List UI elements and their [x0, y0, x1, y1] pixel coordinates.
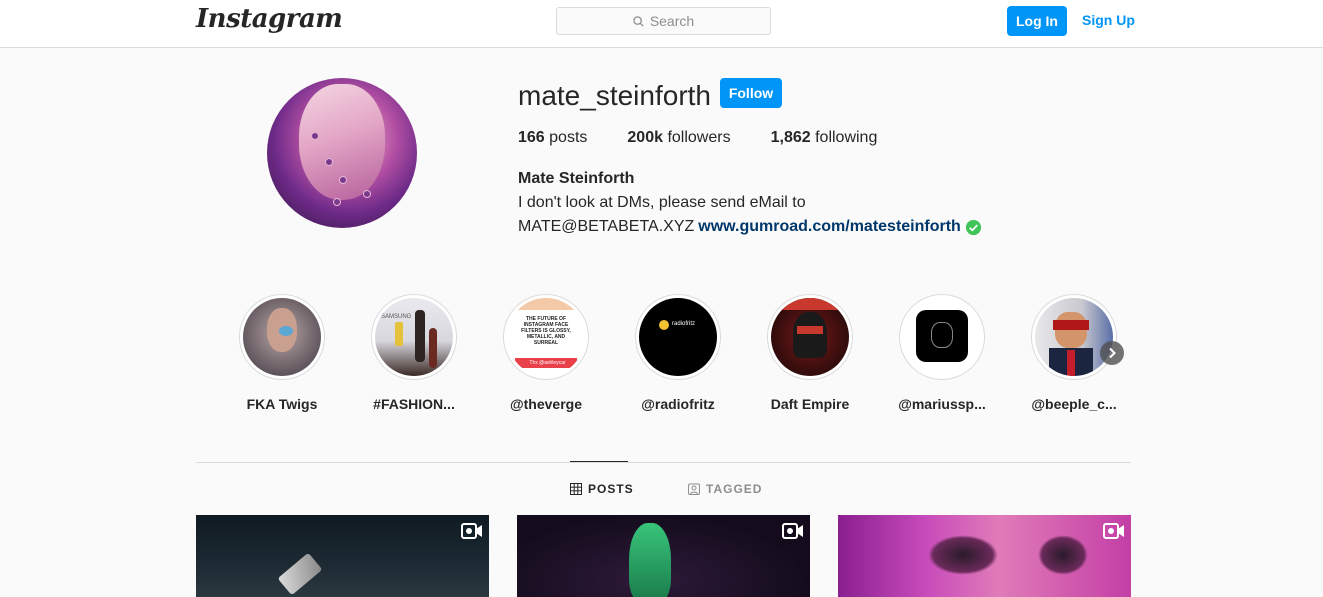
search-icon [633, 15, 644, 27]
post-content [629, 523, 671, 597]
avatar-decoration [339, 176, 347, 184]
highlight-ring [239, 294, 325, 380]
profile-bio-email: MATE@BETABETA.XYZ [518, 218, 695, 235]
tab-posts-label: POSTS [588, 482, 634, 496]
profile-bio-line: MATE@BETABETA.XYZ www.gumroad.com/matest… [518, 218, 982, 236]
tag-portrait-icon [688, 483, 700, 495]
video-icon [461, 523, 482, 539]
avatar-decoration [325, 158, 333, 166]
avatar-decoration [363, 190, 371, 198]
posts-count: 166 posts [518, 129, 588, 146]
highlight-label: FKA Twigs [246, 396, 318, 412]
tab-posts[interactable]: POSTS [570, 482, 634, 496]
post-content [277, 552, 323, 596]
verge-headline: THE FUTURE OF INSTAGRAM FACE FILTERS IS … [521, 316, 571, 346]
login-button[interactable]: Log In [1007, 6, 1067, 36]
highlight-thumbnail: radiofritz [639, 298, 717, 376]
search-input[interactable]: Search [556, 7, 771, 35]
chevron-right-icon [1109, 347, 1116, 359]
tab-tagged[interactable]: TAGGED [688, 482, 762, 496]
highlight-ring: radiofritz [635, 294, 721, 380]
highlight-item[interactable]: radiofritz @radiofritz [623, 294, 733, 412]
top-nav: Instagram Search Log In Sign Up [0, 0, 1323, 48]
highlight-label: Daft Empire [770, 396, 850, 412]
highlight-label: @radiofritz [641, 396, 715, 412]
tabs-divider [196, 462, 1131, 463]
post-thumbnail[interactable] [838, 515, 1131, 597]
highlight-thumbnail [771, 298, 849, 376]
verified-check-icon [965, 219, 982, 236]
profile-username: mate_steinforth [518, 80, 711, 111]
highlight-item[interactable]: SAMSUNG #FASHION... [359, 294, 469, 412]
highlight-ring [899, 294, 985, 380]
post-thumbnail[interactable] [196, 515, 489, 597]
radiofritz-text: radiofritz [672, 321, 696, 327]
highlight-thumbnail: THE FUTURE OF INSTAGRAM FACE FILTERS IS … [507, 298, 585, 376]
highlight-ring: SAMSUNG [371, 294, 457, 380]
highlight-label: #FASHION... [373, 396, 455, 412]
highlight-thumbnail [1035, 298, 1113, 376]
follow-button[interactable]: Follow [720, 78, 782, 108]
post-thumbnail[interactable] [517, 515, 810, 597]
tab-tagged-label: TAGGED [706, 482, 763, 496]
highlight-thumbnail [243, 298, 321, 376]
post-content [1038, 535, 1088, 575]
samsung-sign: SAMSUNG [381, 314, 412, 320]
highlight-label: @mariussp... [898, 396, 986, 412]
profile-bio-line: I don't look at DMs, please send eMail t… [518, 194, 806, 211]
highlight-label: @theverge [509, 396, 582, 412]
profile-avatar[interactable] [267, 78, 417, 228]
following-count[interactable]: 1,862 following [771, 129, 878, 147]
followers-count[interactable]: 200k followers [627, 129, 730, 147]
profile-bio-link[interactable]: www.gumroad.com/matesteinforth [698, 218, 961, 236]
grid-icon [570, 483, 582, 495]
signup-link[interactable]: Sign Up [1082, 12, 1135, 28]
profile-full-name: Mate Steinforth [518, 170, 635, 187]
avatar-decoration [333, 198, 341, 206]
highlight-label: @beeple_c... [1031, 396, 1117, 412]
highlight-item[interactable]: FKA Twigs [227, 294, 337, 412]
highlights-next-button[interactable] [1100, 341, 1124, 365]
profile-stats: 166 posts 200k followers 1,862 following [518, 129, 917, 147]
avatar-decoration [311, 132, 319, 140]
highlight-thumbnail [903, 298, 981, 376]
post-content [928, 535, 998, 575]
highlight-item[interactable]: @mariussp... [887, 294, 997, 412]
verge-handle: Thx @ashleycar [515, 358, 577, 368]
highlight-thumbnail: SAMSUNG [375, 298, 453, 376]
video-icon [782, 523, 803, 539]
highlight-ring [767, 294, 853, 380]
search-placeholder: Search [649, 13, 695, 29]
active-tab-indicator [570, 461, 628, 462]
highlight-ring [1031, 294, 1117, 380]
highlight-ring: THE FUTURE OF INSTAGRAM FACE FILTERS IS … [503, 294, 589, 380]
highlight-item[interactable]: Daft Empire [755, 294, 865, 412]
video-icon [1103, 523, 1124, 539]
instagram-logo[interactable]: Instagram [196, 4, 343, 34]
highlight-item[interactable]: THE FUTURE OF INSTAGRAM FACE FILTERS IS … [491, 294, 601, 412]
